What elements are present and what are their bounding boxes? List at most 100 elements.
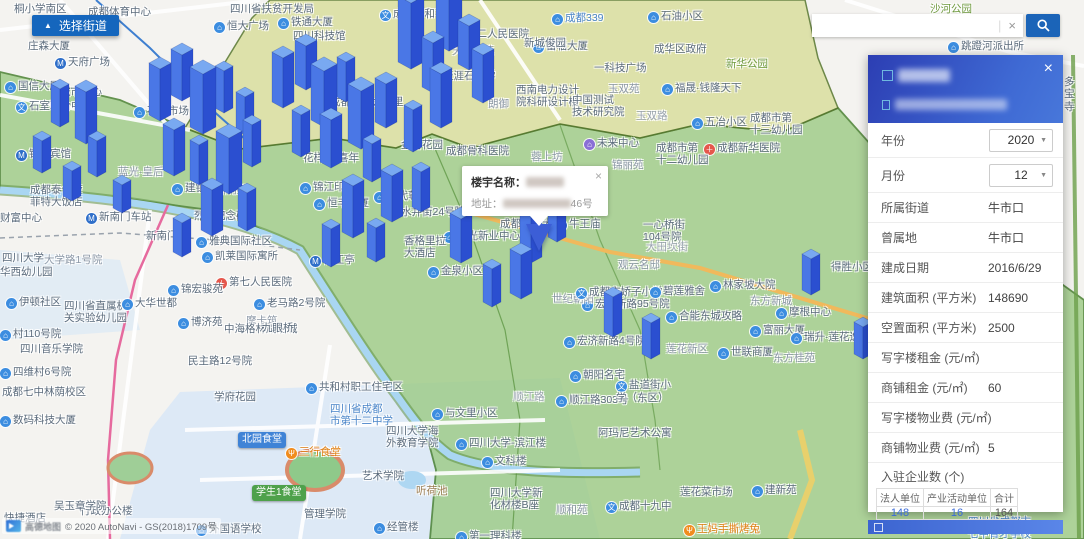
table-value-cell: 148 (877, 507, 924, 520)
panel-row: 月份 12▼ (868, 158, 1063, 193)
field-value: 2500 (988, 321, 1015, 335)
building-3d[interactable] (51, 79, 69, 127)
popup-building-name-row: 楼宇名称： (471, 174, 599, 190)
select-street-label: 选择街道 (59, 17, 107, 34)
enterprises-section: 入驻企业数 (个) 法人单位产业活动单位合计 14816164 (868, 463, 1063, 520)
building-3d[interactable] (243, 115, 261, 167)
magnifier-icon (1036, 18, 1051, 33)
building-3d[interactable] (320, 108, 342, 168)
building-3d[interactable] (201, 178, 223, 236)
amap-logo-text: 高德地图 (25, 520, 61, 533)
enterprises-label: 入驻企业数 (个) (881, 468, 1063, 485)
building-3d[interactable] (292, 105, 310, 157)
field-value: 牛市口 (988, 229, 1024, 246)
field-label: 月份 (881, 167, 905, 184)
building-3d[interactable] (398, 0, 424, 69)
building-3d[interactable] (190, 60, 216, 134)
panel-row: 建筑面积 (平方米) 148690 (868, 283, 1063, 313)
building-detail-panel: × 年份 2020▼ 月份 12▼ 所属街道牛市口曾属地 牛市口建成日期 2016/6/29… (868, 55, 1063, 512)
panel-rows: 年份 2020▼ 月份 12▼ 所属街道牛市口曾属地 牛市口建成日期 2016/6/29 建筑… (868, 123, 1063, 463)
building-3d[interactable] (272, 46, 294, 108)
field-label: 建成日期 (881, 259, 929, 276)
building-3d[interactable] (430, 62, 452, 128)
building-info-popup: × 楼宇名称： 地址：46号 (462, 166, 608, 216)
selected-building-marker[interactable] (526, 224, 552, 251)
enterprises-table: 法人单位产业活动单位合计 14816164 (876, 488, 1018, 520)
building-3d[interactable] (322, 219, 340, 267)
chevron-down-icon: ▼ (1040, 137, 1047, 144)
panel-row: 曾属地 牛市口 (868, 223, 1063, 253)
building-3d[interactable] (33, 131, 51, 173)
building-3d[interactable] (163, 118, 185, 176)
field-label: 空置面积 (平方米) (881, 319, 976, 336)
redacted-address (503, 199, 571, 208)
panel-row: 年份 2020▼ (868, 123, 1063, 158)
building-3d[interactable] (342, 174, 364, 238)
panel-row: 建成日期 2016/6/29 (868, 253, 1063, 283)
title-icon (882, 70, 893, 81)
dropdown-select[interactable]: 12▼ (989, 164, 1053, 187)
field-label: 商铺物业费 (元/㎡) (881, 439, 980, 456)
collapse-triangle-icon: ▲ (44, 22, 52, 30)
table-value-cell: 16 (924, 507, 991, 520)
popup-close-icon[interactable]: × (595, 169, 602, 183)
search-button[interactable] (1026, 14, 1060, 37)
building-3d[interactable] (375, 72, 397, 128)
panel-row: 空置面积 (平方米) 2500 (868, 313, 1063, 343)
field-value: 148690 (988, 291, 1028, 305)
redacted-panel-title (898, 69, 950, 82)
table-header-cell: 法人单位 (877, 489, 924, 507)
building-3d[interactable] (88, 131, 106, 177)
field-label: 曾属地 (881, 229, 917, 246)
search-clear-icon[interactable]: × (1001, 18, 1023, 33)
panel-row: 所属街道牛市口 (868, 193, 1063, 223)
panel-row: 商铺租金 (元/㎡) 60 (868, 373, 1063, 403)
field-label: 建筑面积 (平方米) (881, 289, 976, 306)
building-3d[interactable] (238, 183, 256, 231)
panel-header: × (868, 55, 1063, 123)
address-pin-icon (882, 100, 890, 110)
field-value: 牛市口 (988, 199, 1024, 216)
field-value: 2016/6/29 (988, 261, 1041, 275)
field-label: 写字楼物业费 (元/㎡) (881, 409, 992, 426)
table-header-cell: 产业活动单位 (924, 489, 991, 507)
building-3d[interactable] (381, 164, 403, 222)
panel-close-icon[interactable]: × (1044, 61, 1053, 77)
select-street-button[interactable]: ▲ 选择街道 (32, 15, 119, 36)
building-3d[interactable] (367, 218, 385, 262)
amap-logo-icon (6, 520, 21, 532)
map-attribution: 高德地图 © 2020 AutoNavi - GS(2018)1709号 (2, 518, 221, 534)
search-box[interactable]: | × (812, 14, 1023, 37)
building-3d[interactable] (510, 243, 532, 299)
map-stage[interactable]: 桐小学南区成都体育中心庄森大厦四川省扶贫开发局四川科技馆文成都市和平街第二人民医… (0, 0, 1084, 539)
panel-row: 商铺物业费 (元/㎡) 5 (868, 433, 1063, 463)
building-3d[interactable] (173, 213, 191, 257)
building-3d[interactable] (149, 57, 171, 121)
search-input[interactable] (812, 14, 998, 37)
field-label: 年份 (881, 132, 905, 149)
field-value: 60 (988, 381, 1001, 395)
building-3d[interactable] (113, 175, 131, 213)
panel-bottom-bar[interactable] (868, 520, 1063, 534)
building-3d[interactable] (412, 162, 430, 212)
chevron-down-icon: ▼ (1040, 172, 1047, 179)
building-3d[interactable] (363, 134, 381, 182)
building-3d[interactable] (604, 287, 622, 337)
building-3d[interactable] (642, 313, 660, 359)
field-value: 5 (988, 441, 995, 455)
building-3d[interactable] (483, 259, 501, 307)
building-3d[interactable] (472, 43, 494, 103)
table-header-cell: 合计 (991, 489, 1018, 507)
field-label: 商铺租金 (元/㎡) (881, 379, 968, 396)
building-3d[interactable] (63, 161, 81, 201)
panel-row: 写字楼物业费 (元/㎡) (868, 403, 1063, 433)
redacted-building-name (526, 177, 564, 187)
building-3d[interactable] (190, 135, 208, 185)
dropdown-select[interactable]: 2020▼ (989, 129, 1053, 152)
copyright-text: © 2020 AutoNavi - GS(2018)1709号 (65, 519, 217, 533)
panel-row: 写字楼租金 (元/㎡) (868, 343, 1063, 373)
building-3d[interactable] (802, 249, 820, 295)
building-3d[interactable] (215, 61, 233, 113)
building-3d[interactable] (404, 100, 422, 152)
table-value-cell: 164 (991, 507, 1018, 520)
